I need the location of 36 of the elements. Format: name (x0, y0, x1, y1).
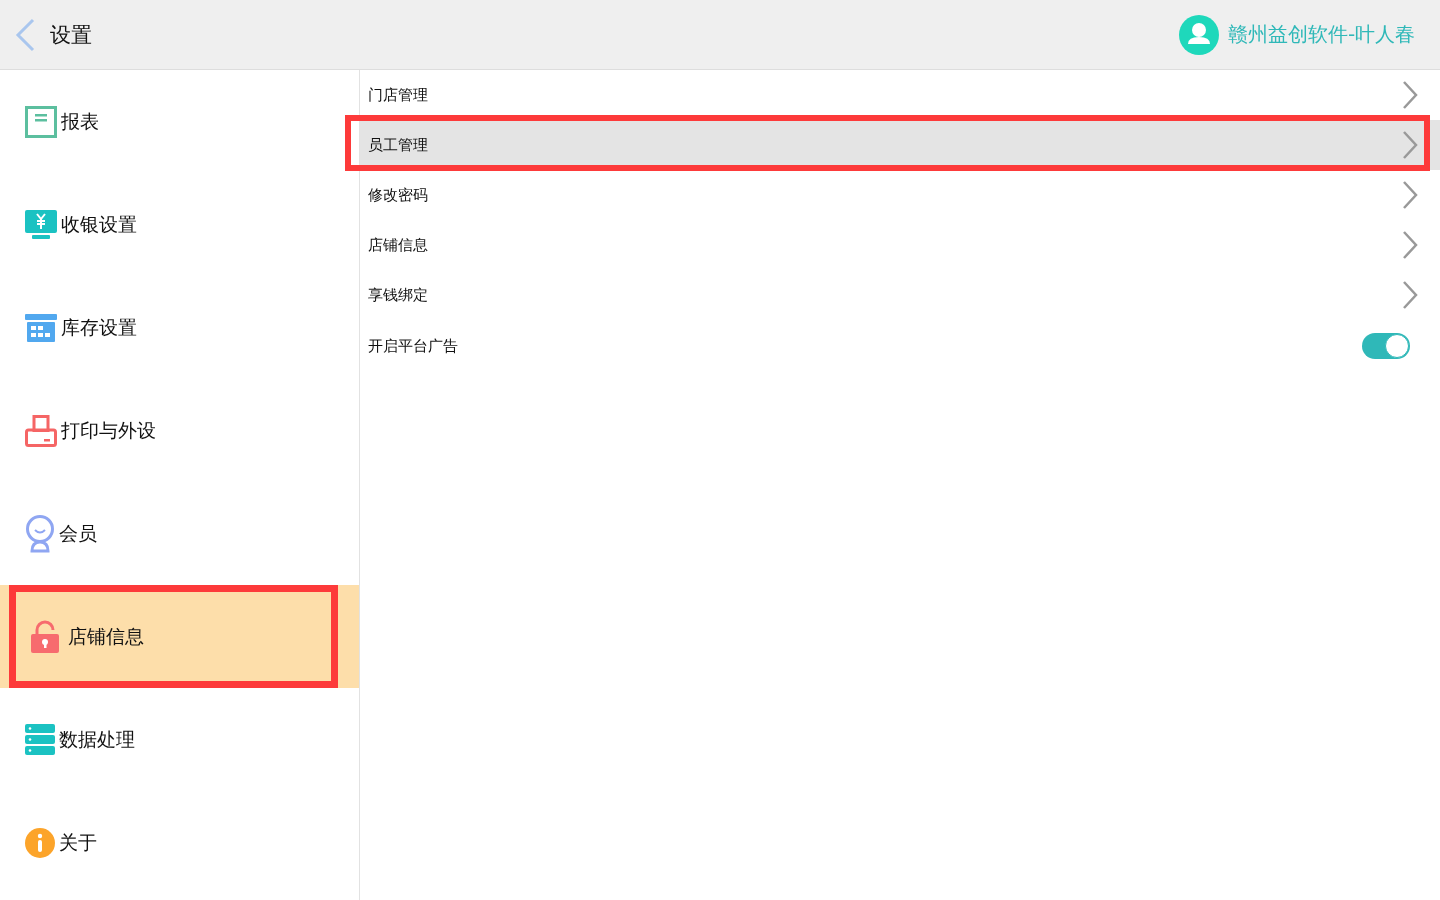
report-icon (25, 105, 57, 138)
lock-icon (30, 619, 60, 654)
sidebar-item[interactable]: 店铺信息 (0, 585, 359, 688)
printer-icon (25, 414, 57, 447)
row-label: 员工管理 (368, 135, 428, 155)
server-icon (25, 723, 55, 756)
person-icon (25, 514, 55, 553)
settings-row[interactable]: 修改密码 (360, 170, 1440, 220)
sidebar-item[interactable]: 报表 (0, 70, 359, 173)
page-title: 设置 (50, 21, 92, 49)
chevron-right-icon (1402, 180, 1418, 210)
avatar-icon (1179, 14, 1219, 55)
info-icon (25, 827, 55, 858)
sidebar-item[interactable]: 打印与外设 (0, 379, 359, 482)
row-label: 修改密码 (368, 185, 428, 205)
row-label: 享钱绑定 (368, 285, 428, 305)
settings-row[interactable]: 门店管理 (360, 70, 1440, 120)
back-icon[interactable] (14, 17, 36, 52)
sidebar-item[interactable]: 库存设置 (0, 276, 359, 379)
sidebar-item[interactable]: 会员 (0, 482, 359, 585)
grid-icon (25, 313, 57, 342)
chevron-right-icon (1402, 80, 1418, 110)
row-label: 门店管理 (368, 85, 428, 105)
toggle-switch[interactable] (1362, 333, 1410, 359)
chevron-right-icon (1402, 280, 1418, 310)
sidebar-item[interactable]: 关于 (0, 791, 359, 894)
row-label: 店铺信息 (368, 235, 428, 255)
row-label: 开启平台广告 (368, 336, 458, 356)
settings-row[interactable]: 店铺信息 (360, 220, 1440, 270)
chevron-right-icon (1402, 230, 1418, 260)
monitor-icon (25, 209, 57, 240)
sidebar-item[interactable]: 数据处理 (0, 688, 359, 791)
chevron-right-icon (1402, 130, 1418, 160)
user-name: 赣州益创软件-叶人春 (1228, 21, 1417, 48)
settings-row[interactable]: 享钱绑定 (360, 270, 1440, 320)
sidebar-item[interactable]: 收银设置 (0, 173, 359, 276)
